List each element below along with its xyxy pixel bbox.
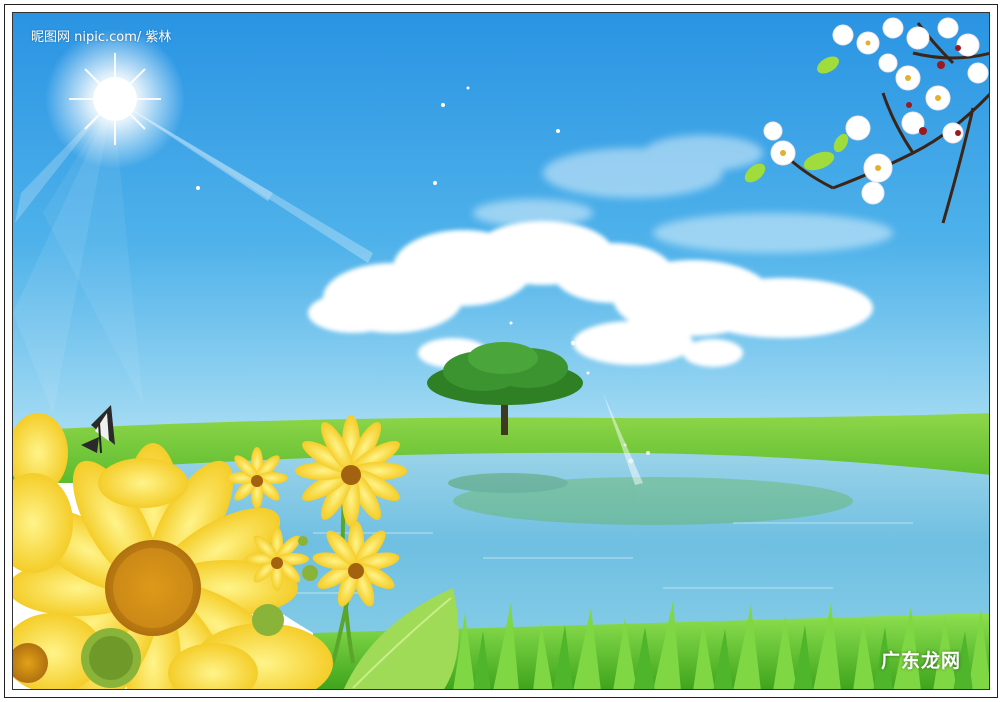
landscape-photo: 昵图网 nipic.com/ 紫林 广东龙网 [12,12,990,690]
small-sunflower-mid [245,527,309,591]
landscape-illustration [13,13,989,689]
watermark-top-left: 昵图网 nipic.com/ 紫林 [31,30,172,45]
photo-frame: 昵图网 nipic.com/ 紫林 广东龙网 [0,0,1002,702]
small-sunflower-left [226,447,288,509]
watermark-bottom-right: 广东龙网 [880,650,961,672]
